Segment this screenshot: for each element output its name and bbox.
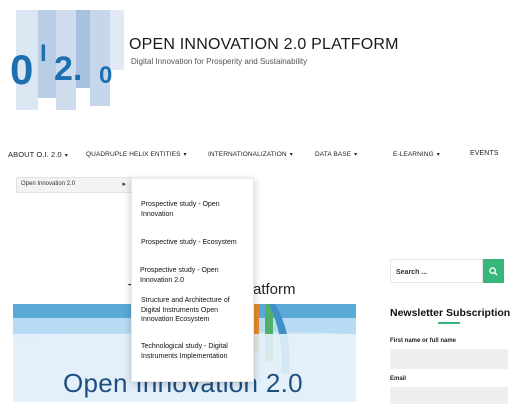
title-underline <box>438 322 460 324</box>
site-tagline: Digital Innovation for Prosperity and Su… <box>131 57 308 66</box>
name-field[interactable] <box>390 349 508 369</box>
chevron-down-icon: ▾ <box>289 152 293 158</box>
chevron-down-icon: ▾ <box>183 152 187 158</box>
submenu-item[interactable]: Structure and Architecture of Digital In… <box>141 296 249 325</box>
search-input[interactable] <box>394 261 484 283</box>
submenu-item[interactable]: Prospective study - Ecosystem <box>141 238 249 248</box>
nav-item-quadruple-helix[interactable]: QUADRUPLE HELIX ENTITIES ▾ <box>86 151 187 158</box>
search-button[interactable] <box>483 259 504 283</box>
nav-item-label: EVENTS <box>470 150 499 157</box>
logo-zero: 0 <box>10 46 34 93</box>
submenu-open-innovation[interactable]: Open Innovation 2.0 ▸ <box>16 177 132 193</box>
nav-item-about[interactable]: ABOUT O.I. 2.0 ▾ <box>8 150 68 159</box>
name-field-label: First name or full name <box>390 338 457 344</box>
page-heading: atform <box>253 281 296 298</box>
site-logo[interactable]: 0 I 2. 0 <box>10 10 128 110</box>
nav-item-label: INTERNATIONALIZATION <box>208 151 287 158</box>
logo-bar: I <box>40 40 47 67</box>
nav-item-label: DATA BASE <box>315 151 352 158</box>
chevron-down-icon: ▾ <box>436 152 440 158</box>
chevron-right-icon: ▸ <box>122 181 126 188</box>
nav-item-label: ABOUT O.I. 2.0 <box>8 150 62 159</box>
nav-item-label: QUADRUPLE HELIX ENTITIES <box>86 151 181 158</box>
search-box <box>390 259 484 283</box>
email-field-label: Email <box>390 376 407 382</box>
submenu-item[interactable]: Technological study - Digital Instrument… <box>141 342 249 361</box>
site-title[interactable]: OPEN INNOVATION 2.0 PLATFORM <box>129 36 399 54</box>
main-nav: ABOUT O.I. 2.0 ▾ QUADRUPLE HELIX ENTITIES… <box>0 142 510 168</box>
submenu-panel: Prospective study - Open Innovation Pros… <box>131 178 254 382</box>
nav-item-events[interactable]: EVENTS <box>470 150 499 157</box>
nav-item-database[interactable]: DATA BASE ▾ <box>315 151 357 158</box>
chevron-down-icon: ▾ <box>354 152 358 158</box>
search-icon <box>489 266 498 276</box>
nav-item-elearning[interactable]: E-LEARNING ▾ <box>393 151 440 158</box>
submenu-item[interactable]: Prospective study - Open Innovation <box>141 200 249 219</box>
email-field[interactable] <box>390 387 508 404</box>
chevron-down-icon: ▾ <box>64 153 68 159</box>
nav-item-label: E-LEARNING <box>393 151 434 158</box>
submenu-item[interactable]: Prospective study - Open Innovation 2.0 <box>140 266 248 285</box>
submenu-label: Open Innovation 2.0 <box>21 181 76 187</box>
logo-last-zero: 0 <box>99 62 113 89</box>
newsletter-title: Newsletter Subscription <box>390 307 510 319</box>
nav-item-internationalization[interactable]: INTERNATIONALIZATION ▾ <box>208 151 293 158</box>
logo-two: 2. <box>54 50 83 88</box>
